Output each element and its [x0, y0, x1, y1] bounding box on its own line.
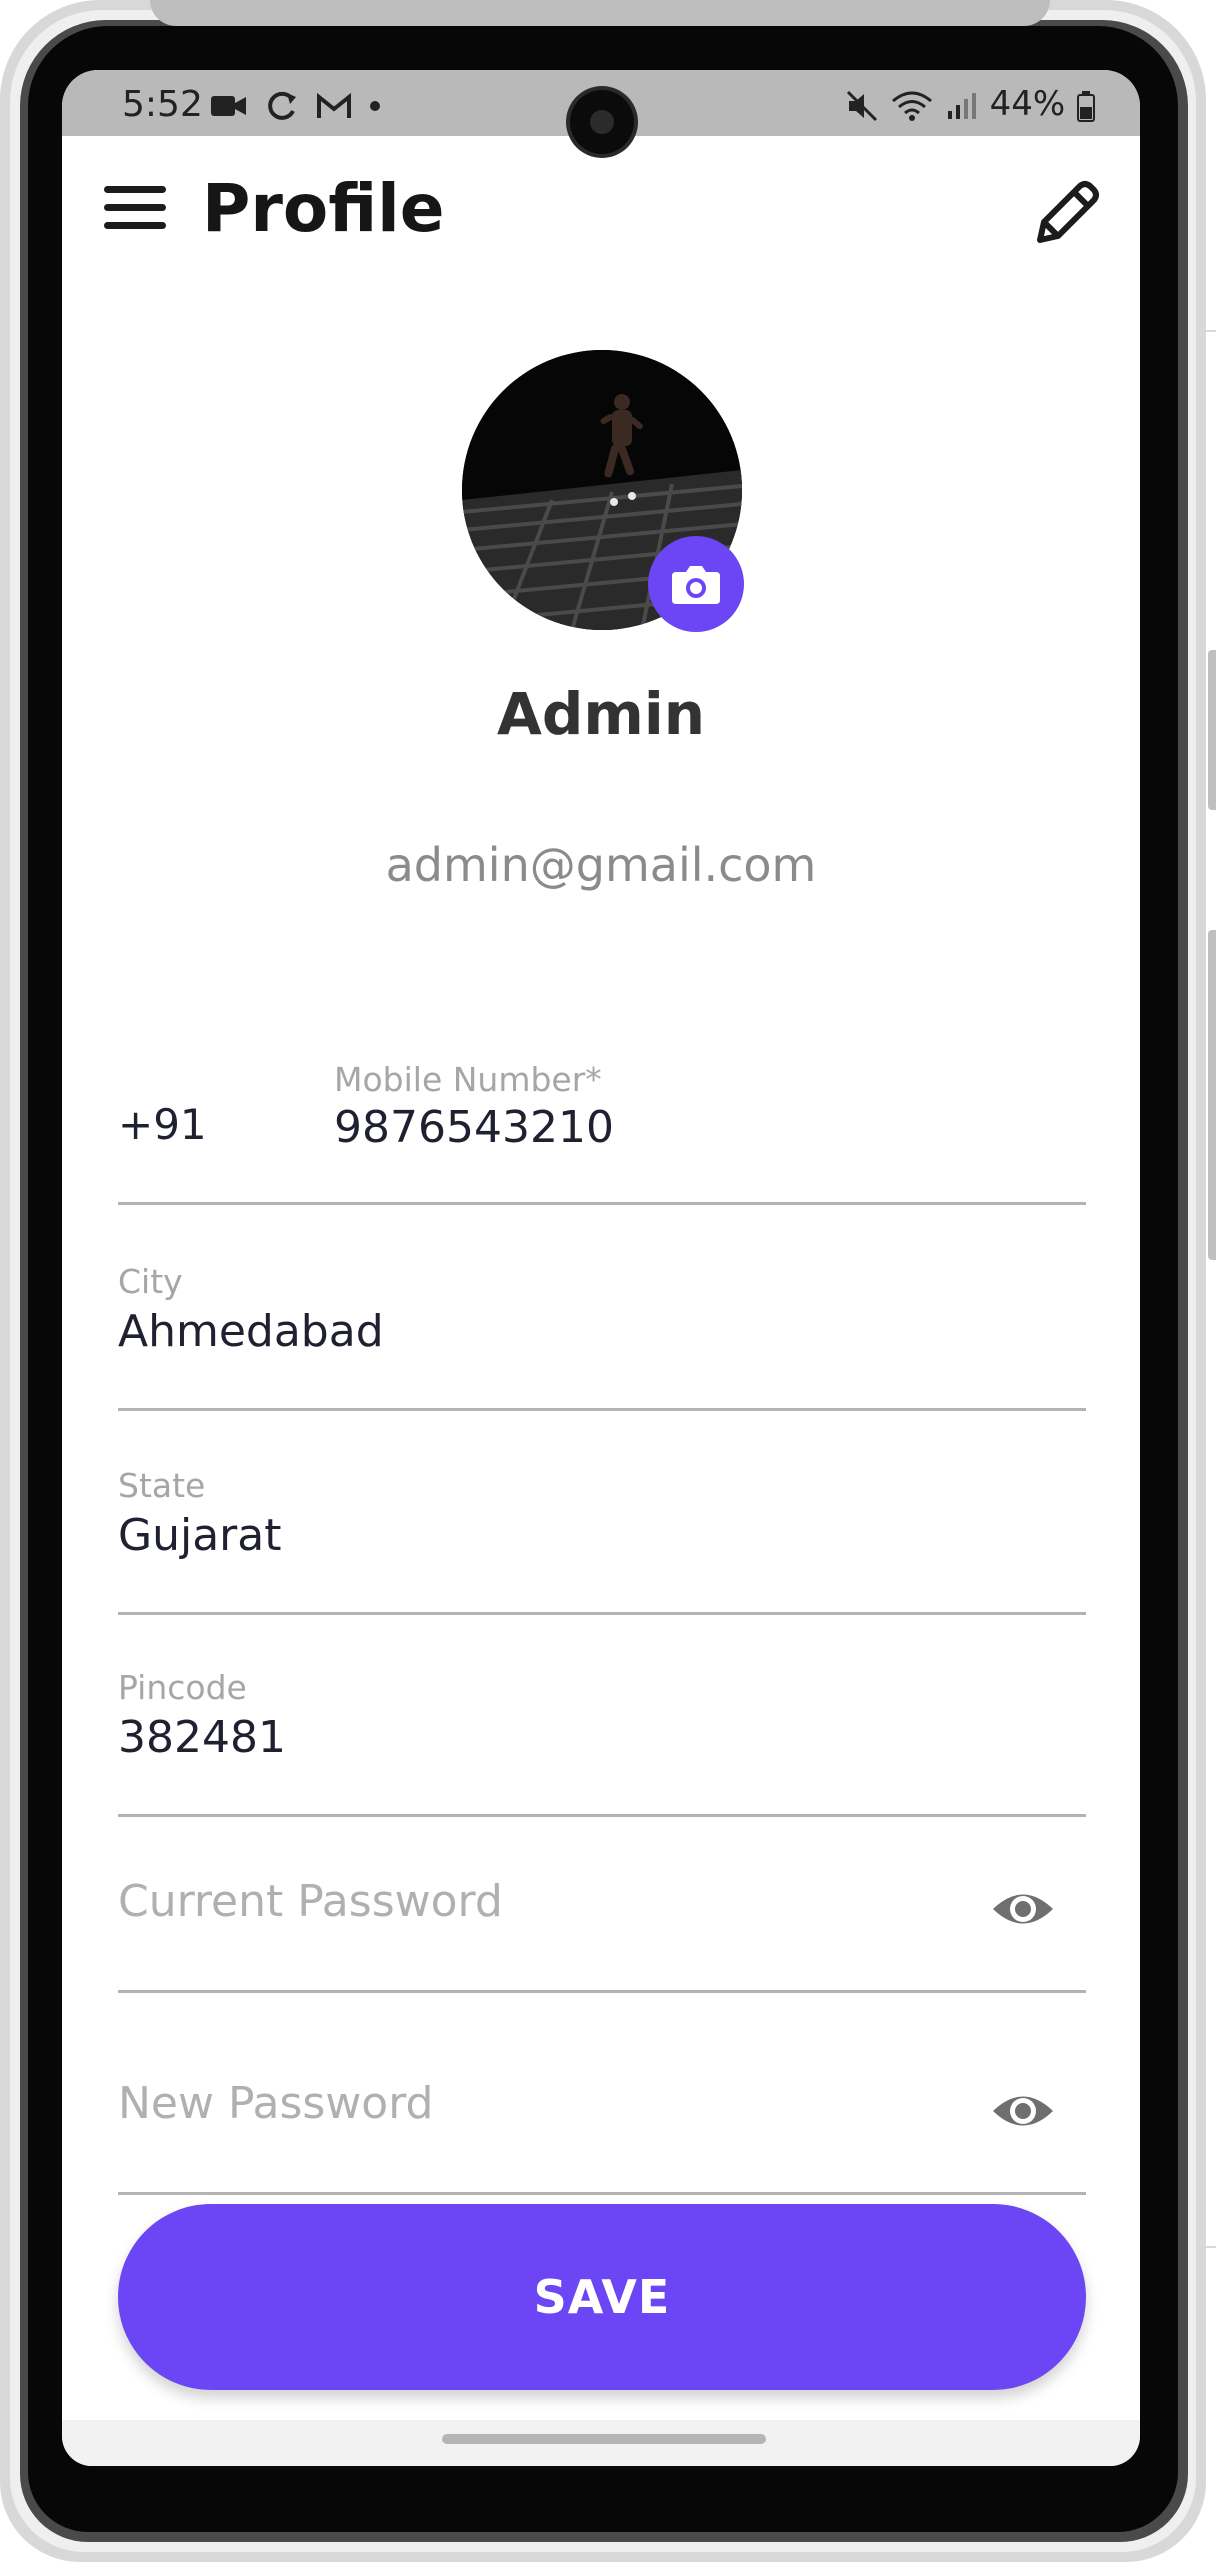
new-password-field[interactable]: New Password: [118, 2018, 1086, 2198]
mobile-number-value[interactable]: 9876543210: [334, 1102, 614, 1153]
sync-icon: [268, 91, 296, 120]
status-system-icons: 44%: [845, 84, 1096, 124]
city-label: City: [118, 1262, 183, 1301]
pincode-value[interactable]: 382481: [118, 1712, 286, 1763]
camera-icon[interactable]: [648, 536, 744, 632]
gmail-icon: [316, 92, 351, 118]
new-password-placeholder[interactable]: New Password: [118, 2078, 433, 2129]
state-field[interactable]: State Gujarat: [118, 1412, 1086, 1616]
field-underline: [118, 2192, 1086, 2195]
city-field[interactable]: City Ahmedabad: [118, 1210, 1086, 1414]
current-password-field[interactable]: Current Password: [118, 1816, 1086, 1996]
hamburger-menu-icon[interactable]: [104, 176, 168, 240]
pincode-field[interactable]: Pincode 382481: [118, 1616, 1086, 1820]
status-notification-icons: [210, 84, 382, 124]
gesture-nav-bar: [62, 2420, 1140, 2466]
pincode-label: Pincode: [118, 1668, 247, 1707]
state-label: State: [118, 1466, 206, 1505]
pencil-icon[interactable]: [1030, 176, 1104, 250]
country-code[interactable]: +91: [118, 1100, 207, 1149]
mobile-number-label: Mobile Number*: [334, 1060, 602, 1099]
field-underline: [118, 1990, 1086, 1993]
status-bar: 5:52 44%: [62, 70, 1140, 154]
signal-icon: [947, 92, 976, 119]
city-value[interactable]: Ahmedabad: [118, 1306, 384, 1357]
wifi-icon: [892, 91, 932, 121]
video-icon: [211, 95, 246, 116]
phone-top-edge: [150, 0, 1050, 26]
state-value[interactable]: Gujarat: [118, 1510, 281, 1561]
save-button[interactable]: SAVE: [118, 2204, 1086, 2390]
page-title: Profile: [202, 170, 445, 247]
eye-icon[interactable]: [990, 2078, 1056, 2144]
field-underline: [118, 1612, 1086, 1615]
app-screen: 5:52 44% Profile Admin admin@gmail.com +…: [62, 70, 1140, 2466]
mute-icon: [847, 90, 878, 121]
status-time: 5:52: [122, 84, 203, 125]
volume-button: [1208, 650, 1216, 810]
mobile-number-field[interactable]: +91 Mobile Number* 9876543210: [118, 986, 1086, 1210]
battery-percent: 44%: [989, 84, 1066, 124]
eye-icon[interactable]: [990, 1876, 1056, 1942]
field-underline: [118, 1202, 1086, 1205]
home-handle[interactable]: [442, 2434, 766, 2444]
profile-avatar: [462, 350, 744, 632]
battery-icon: [1077, 90, 1095, 122]
profile-email: admin@gmail.com: [385, 838, 817, 892]
app-bar: Profile: [62, 136, 1140, 286]
field-underline: [118, 1408, 1086, 1411]
current-password-placeholder[interactable]: Current Password: [118, 1876, 503, 1927]
profile-name: Admin: [496, 680, 705, 748]
dot-icon: [370, 100, 381, 111]
power-button: [1208, 930, 1216, 1260]
